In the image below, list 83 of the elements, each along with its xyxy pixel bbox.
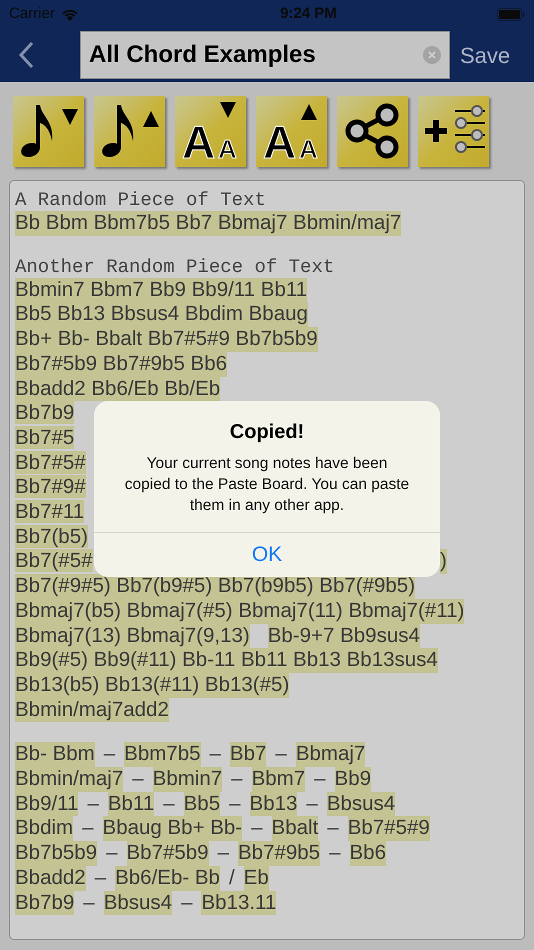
chord-text: Bbadd2: [15, 866, 86, 891]
chevron-left-icon: [18, 41, 34, 69]
chord-text: Bb7#5b9: [126, 841, 209, 866]
separator-text: –: [180, 890, 194, 916]
chord-text: Bbmin7 Bbm7 Bb9 Bb9/11 Bb11: [15, 278, 308, 302]
chord-text: Bbmin/maj7: [15, 767, 124, 792]
separator-text: –: [105, 841, 118, 866]
save-button[interactable]: Save: [460, 38, 510, 72]
chord-text: Bb7: [230, 742, 266, 768]
chord-text: Bb5: [184, 792, 220, 816]
chord-text: ): [440, 549, 447, 574]
chord-text: Bbaug Bb+ Bb-: [102, 816, 242, 842]
chord-text: Bb7#5#: [15, 450, 86, 474]
chord-text: Bbsus4: [326, 792, 396, 816]
chord-text: Bb9(#5) Bb9(#11) Bb-11 Bb11 Bb13 Bb13sus4: [15, 648, 438, 673]
separator-text: –: [131, 767, 145, 792]
chord-text: Bb13.11: [201, 890, 276, 916]
separator-text: –: [228, 792, 242, 816]
chord-text: Bb- Bbm: [15, 742, 95, 768]
separator-text: –: [250, 816, 264, 842]
title-field[interactable]: All Chord Examples: [80, 31, 450, 79]
separator-text: –: [81, 816, 95, 842]
alert-title: Copied!: [230, 420, 304, 445]
chord-text: Bb5 Bb13 Bbsus4 Bbdim Bbaug: [15, 302, 308, 328]
chord-text: Bb7(b5): [15, 524, 88, 548]
chord-text: Bbm7b5: [124, 742, 201, 768]
battery-icon: [496, 8, 525, 20]
chord-text: Bb9: [334, 767, 372, 792]
chord-text: Bbsus4: [104, 890, 172, 916]
separator-text: –: [162, 792, 176, 816]
chord-text: Bbmin/maj7add2: [15, 698, 169, 722]
chord-text: Bb6/Eb- Bb: [115, 866, 220, 891]
chord-text: Bbmaj7: [296, 742, 366, 768]
chord-text: Bbadd2 Bb6/Eb Bb/Eb: [15, 376, 220, 402]
chord-text: Bb11: [108, 792, 154, 816]
chord-text: Bb7#11: [15, 500, 84, 524]
chord-text: Bb7(#9#5) Bb7(b9#5) Bb7(b9b5) Bb7(#9b5): [15, 574, 416, 599]
chord-text: Bb7b9: [15, 890, 74, 916]
alert-message: Your current song notes have been copied to the Paste Board. You can paste them in any other app.: [124, 454, 410, 516]
chord-text: Bb7b5b9: [15, 841, 98, 866]
separator-text: –: [216, 841, 230, 866]
chord-text: Bb13: [250, 792, 298, 816]
chord-text: Bb-9+7 Bb9sus4: [268, 624, 420, 648]
separator-text: /: [228, 866, 236, 891]
chord-text: Bb7#9#: [15, 475, 86, 498]
chord-text: Bb7#9b5: [238, 841, 320, 866]
chord-text: Bbmaj7(13) Bbmaj7(9,13): [15, 624, 250, 648]
chord-text: Bb6: [350, 841, 386, 866]
chord-text: Bb13(b5) Bb13(#11) Bb13(#5): [15, 672, 290, 698]
carrier-text: Carrier: [9, 4, 55, 24]
separator-text: –: [86, 792, 100, 816]
ok-button[interactable]: OK: [94, 533, 440, 577]
chord-text: Bbdim: [15, 816, 74, 842]
chord-text: Bb+ Bb- Bbalt Bb7#5#9 Bb7b5b9: [15, 327, 318, 352]
chord-text: Bb7b9: [15, 401, 74, 424]
separator-text: –: [208, 742, 222, 768]
separator-text: –: [305, 792, 319, 816]
chord-text: Bbm7: [252, 767, 306, 792]
separator-text: –: [274, 742, 288, 768]
separator-text: –: [82, 890, 96, 916]
toolbar-button[interactable]: [337, 96, 408, 166]
chord-text: Bb9/11: [15, 792, 78, 816]
chord-text: Bb7#5b9 Bb7#9b5 Bb6: [15, 352, 228, 377]
chord-text: Bb Bbm Bbm7b5 Bb7 Bbmaj7 Bbmin/maj7: [15, 211, 402, 236]
toolbar-button[interactable]: [13, 96, 84, 166]
separator-text: –: [102, 742, 116, 768]
chord-text: Bbmin7: [152, 767, 222, 792]
toolbar-button[interactable]: [418, 96, 489, 166]
chord-text: Eb: [244, 866, 269, 891]
separator-text: –: [230, 767, 244, 792]
separator-text: –: [328, 841, 342, 866]
chord-text: Bb7#5: [15, 426, 74, 449]
section-heading: Another Random Piece of Text: [15, 256, 336, 278]
chord-text: Bbalt: [272, 816, 318, 842]
separator-text: –: [326, 816, 340, 842]
separator-text: –: [94, 866, 108, 891]
section-heading: A Random Piece of Text: [15, 189, 267, 211]
separator-text: –: [313, 767, 327, 792]
chord-text: Bb7(#5#: [15, 549, 93, 572]
chord-text: Bbmaj7(b5) Bbmaj7(#5) Bbmaj7(11) Bbmaj7(#11): [15, 598, 464, 624]
clock-text: 9:24 PM: [280, 4, 337, 24]
chord-text: Bb7#5#9: [348, 816, 430, 842]
toolbar-button[interactable]: [94, 96, 165, 166]
